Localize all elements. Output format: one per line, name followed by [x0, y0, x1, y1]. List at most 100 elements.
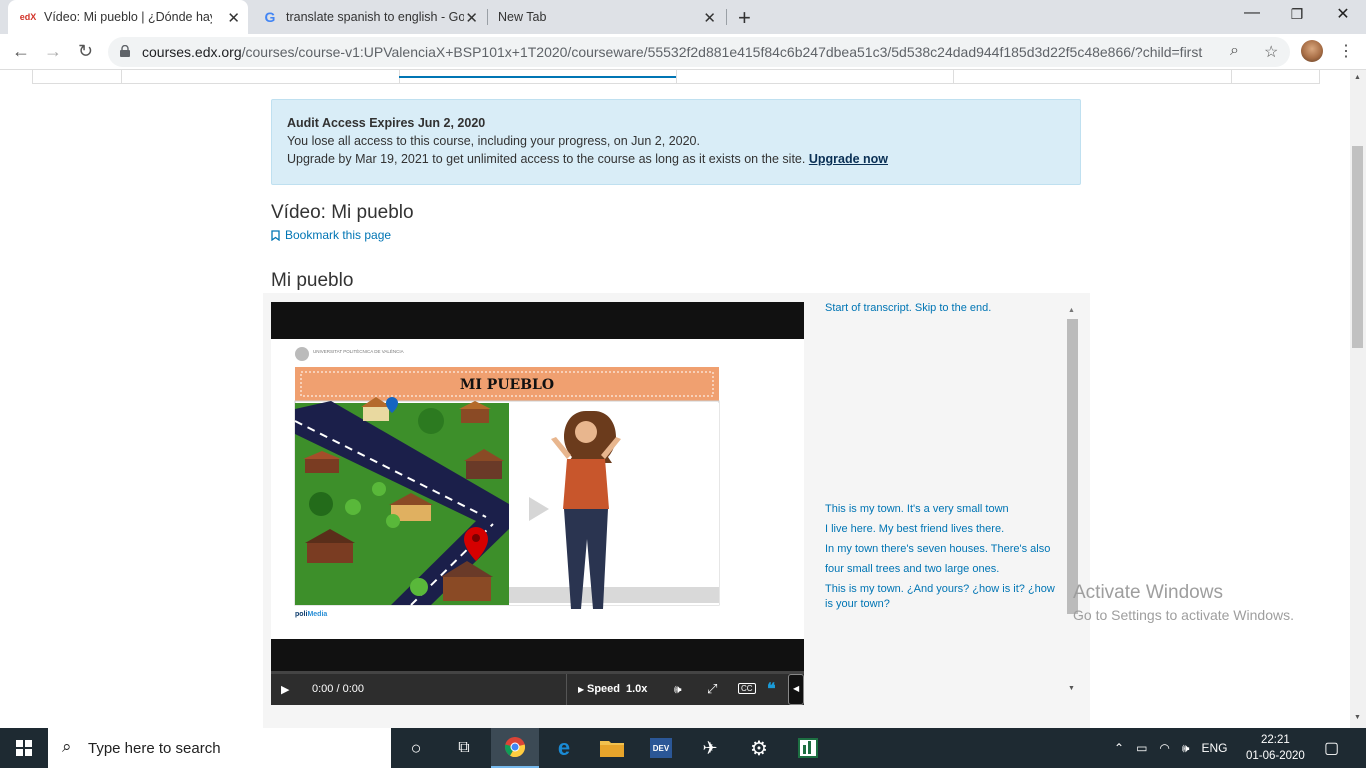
tab-edx[interactable]: edX Vídeo: Mi pueblo | ¿Dónde hay u ✕ — [8, 0, 248, 34]
address-bar[interactable]: courses.edx.org/courses/course-v1:UPVale… — [108, 37, 1290, 67]
transcript-scroll-thumb[interactable] — [1067, 319, 1078, 614]
minimize-icon[interactable]: — — [1229, 4, 1275, 22]
activate-windows-watermark: Activate Windows Go to Settings to activ… — [1073, 582, 1294, 623]
notice-line: You lose all access to this course, incl… — [287, 134, 700, 148]
video-player[interactable]: UNIVERSITAT POLITÈCNICA DE VALÈNCIA MI P… — [271, 302, 804, 705]
forward-icon[interactable]: → — [44, 41, 62, 62]
speed-value[interactable]: 1.0x — [626, 683, 647, 695]
scroll-down-icon[interactable]: ▼ — [1354, 714, 1361, 721]
unit-nav-item[interactable] — [121, 70, 122, 83]
edge-icon[interactable]: e — [540, 728, 588, 768]
audit-notice: Audit Access Expires Jun 2, 2020 You los… — [271, 99, 1081, 185]
chevron-up-icon[interactable]: ⌃ — [1114, 741, 1124, 755]
play-icon[interactable]: ▶ — [281, 683, 289, 696]
speed-label[interactable]: Speed — [587, 683, 620, 695]
page-content: Audit Access Expires Jun 2, 2020 You los… — [0, 70, 1350, 728]
university-logo-text: UNIVERSITAT POLITÈCNICA DE VALÈNCIA — [313, 348, 404, 354]
transcript-line[interactable]: This is my town. It's a very small town — [825, 502, 1065, 517]
system-tray: ⌃ ▭ ◠ 🕪 ENG — [1114, 728, 1227, 768]
slide-title: MI PUEBLO — [460, 377, 554, 393]
polimedia-logo: poliMedia — [295, 611, 327, 618]
close-icon[interactable]: ✕ — [227, 9, 240, 27]
star-icon[interactable]: ☆ — [1264, 42, 1278, 62]
video-frame[interactable]: UNIVERSITAT POLITÈCNICA DE VALÈNCIA MI P… — [271, 339, 804, 639]
back-icon[interactable]: ← — [12, 41, 30, 62]
notice-line-text: Upgrade by Mar 19, 2021 to get unlimited… — [287, 152, 806, 166]
tab-title: New Tab — [498, 10, 547, 24]
reload-icon[interactable]: ↻ — [78, 41, 93, 62]
url-host: courses.edx.org — [142, 44, 242, 60]
scroll-up-icon[interactable]: ▲ — [1354, 74, 1361, 81]
windows-taskbar: ⌕ Type here to search ○ ⧉ e DEV ✈ ⚙ ⌃ ▭ … — [0, 728, 1366, 768]
fullscreen-icon[interactable]: ⤢ — [707, 681, 717, 697]
active-unit-indicator — [399, 76, 676, 78]
notice-line: Upgrade by Mar 19, 2021 to get unlimited… — [287, 150, 1065, 168]
skip-transcript-link[interactable]: Start of transcript. Skip to the end. — [825, 301, 1065, 316]
page-scroll-thumb[interactable] — [1352, 146, 1363, 348]
url-path: /courses/course-v1:UPValenciaX+BSP101x+1… — [241, 44, 1203, 60]
scroll-up-icon[interactable]: ▲ — [1068, 307, 1075, 314]
tab-separator — [726, 9, 727, 25]
speaker-icon[interactable]: 🕪 — [1182, 741, 1190, 756]
clock-time: 22:21 — [1261, 734, 1290, 746]
captions-icon[interactable]: CC — [738, 683, 756, 694]
task-view-icon[interactable]: ⧉ — [440, 728, 488, 768]
unit-nav-item[interactable] — [953, 70, 954, 83]
clock-date: 01-06-2020 — [1246, 750, 1305, 762]
wifi-icon[interactable]: ◠ — [1159, 741, 1169, 755]
cortana-icon[interactable]: ○ — [392, 728, 440, 768]
lock-icon — [120, 45, 130, 57]
notice-heading: Audit Access Expires Jun 2, 2020 — [287, 116, 486, 130]
transcript-line[interactable]: In my town there's seven houses. There's… — [825, 542, 1065, 557]
spreadsheet-app-icon[interactable] — [784, 728, 832, 768]
settings-icon[interactable]: ⚙ — [735, 728, 783, 768]
transcript-toggle-icon[interactable]: ❝ — [767, 679, 776, 699]
video-controls: ▶ 0:00 / 0:00 ▶ Speed 1.0x 🕪 ⤢ CC ❝ ◀ — [271, 674, 804, 705]
unit-nav-item[interactable] — [1231, 70, 1232, 83]
tab-google[interactable]: G translate spanish to english - Goo ✕ — [250, 0, 486, 34]
window-close-icon[interactable]: ✕ — [1320, 4, 1366, 24]
file-explorer-icon[interactable] — [588, 728, 636, 768]
new-tab-icon[interactable]: + — [738, 5, 751, 31]
dev-app-icon[interactable]: DEV — [637, 728, 685, 768]
volume-icon[interactable]: 🕪 — [674, 682, 682, 697]
scroll-down-icon[interactable]: ▼ — [1068, 685, 1075, 692]
video-thumbnail: UNIVERSITAT POLITÈCNICA DE VALÈNCIA MI P… — [271, 339, 804, 639]
avatar[interactable] — [1301, 40, 1323, 62]
unit-navigation — [32, 70, 1320, 84]
battery-icon[interactable]: ▭ — [1136, 741, 1147, 755]
watermark-subtitle: Go to Settings to activate Windows. — [1073, 607, 1294, 623]
close-icon[interactable]: ✕ — [703, 9, 716, 27]
menu-icon[interactable]: ⋮ — [1338, 41, 1354, 61]
video-time: 0:00 / 0:00 — [312, 683, 364, 695]
unit-nav-item[interactable] — [676, 70, 677, 83]
close-icon[interactable]: ✕ — [465, 9, 478, 27]
app-icon[interactable]: ✈ — [686, 728, 734, 768]
speed-caret-icon: ▶ — [578, 685, 585, 694]
restore-icon[interactable]: ❐ — [1274, 6, 1320, 23]
watermark-title: Activate Windows — [1073, 582, 1223, 603]
transcript-line[interactable]: This is my town. ¿And yours? ¿how is it?… — [825, 582, 1065, 612]
edx-icon: edX — [19, 12, 37, 22]
transcript-scrollbar[interactable]: ▲ ▼ — [1066, 307, 1078, 697]
notification-icon[interactable]: ▢ — [1324, 728, 1339, 768]
transcript-collapse-button[interactable]: ◀ — [788, 674, 804, 705]
language-indicator[interactable]: ENG — [1201, 741, 1227, 755]
chrome-taskbar-icon[interactable] — [491, 728, 539, 768]
windows-start-icon[interactable] — [0, 728, 48, 768]
browser-toolbar: ← → ↻ courses.edx.org/courses/course-v1:… — [0, 34, 1366, 70]
upgrade-link[interactable]: Upgrade now — [809, 152, 888, 166]
taskbar-search[interactable]: ⌕ Type here to search — [48, 728, 391, 768]
url-text: courses.edx.org/courses/course-v1:UPVale… — [142, 44, 1202, 60]
transcript-line[interactable]: I live here. My best friend lives there. — [825, 522, 1065, 537]
tab-new-tab[interactable]: New Tab ✕ — [488, 0, 724, 34]
clock[interactable]: 22:21 01-06-2020 — [1246, 728, 1305, 768]
video-module: UNIVERSITAT POLITÈCNICA DE VALÈNCIA MI P… — [263, 293, 1090, 728]
google-icon: G — [264, 9, 276, 25]
zoom-icon[interactable]: ⌕ — [1230, 42, 1239, 60]
bookmark-button[interactable]: Bookmark this page — [271, 228, 391, 242]
transcript-line[interactable]: four small trees and two large ones. — [825, 562, 1065, 577]
caret-left-icon: ◀ — [793, 684, 800, 693]
university-seal-icon — [295, 347, 309, 361]
page-scrollbar[interactable]: ▲ ▼ — [1350, 70, 1366, 728]
